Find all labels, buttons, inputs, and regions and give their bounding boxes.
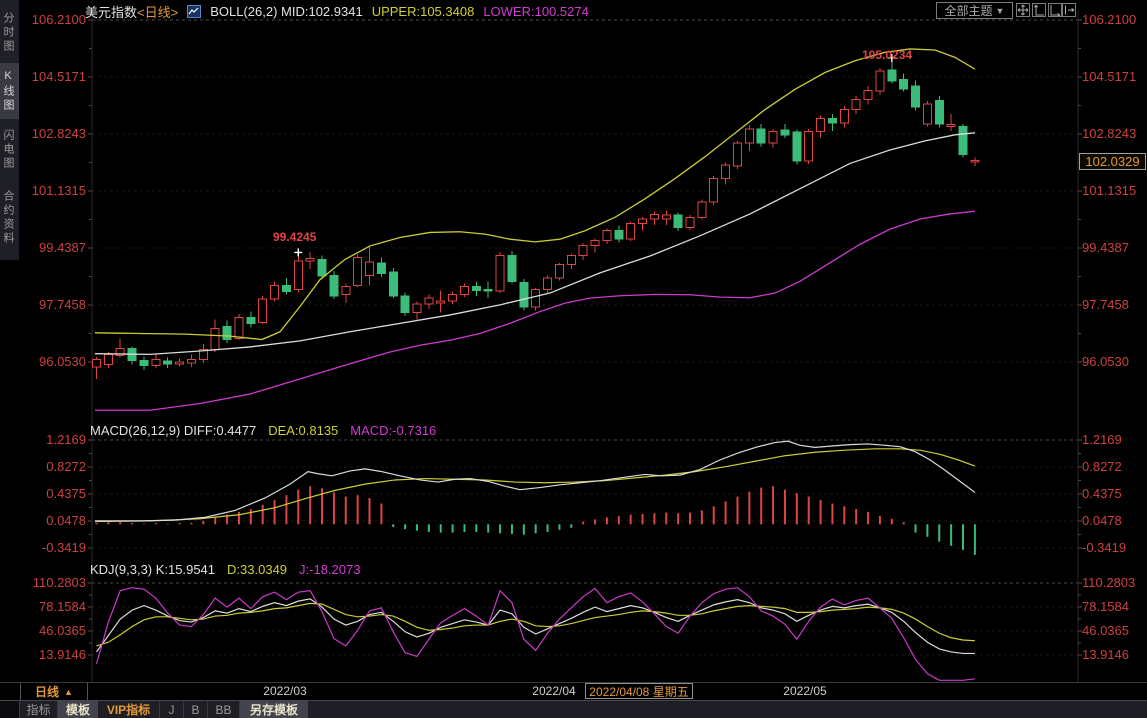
macd-panel-header: MACD(26,12,9) DIFF:0.4477 DEA:0.8135 MAC… <box>90 423 436 438</box>
symbol-period: <日线> <box>137 5 178 20</box>
kdj-d-value: D:33.0349 <box>227 562 287 577</box>
kdj-panel-header: KDJ(9,3,3) K:15.9541 D:33.0349 J:-18.207… <box>90 562 360 577</box>
chevron-down-icon: ▼ <box>996 6 1005 16</box>
boll-lower-value: LOWER:100.5274 <box>483 4 589 19</box>
toolbar-corner <box>0 701 20 718</box>
toolbar-item-template[interactable]: 模板 <box>58 701 98 718</box>
peak-price-label: 105.0234 <box>862 48 912 62</box>
toolbar-item-save-template[interactable]: 另存模板 <box>240 701 308 718</box>
last-price-badge: 102.0329 <box>1079 153 1146 170</box>
kdj-j-value: J:-18.2073 <box>299 562 360 577</box>
time-axis: 日线 ▲ 2022/03 2022/04 2022/05 2022/04/08 … <box>0 682 1147 700</box>
trading-app-window: { "header": { "symbol": "美元指数", "period"… <box>0 0 1147 718</box>
boll-upper-value: UPPER:105.3408 <box>372 4 475 19</box>
symbol-title: 美元指数<日线> <box>85 2 178 21</box>
toolbar-item-indicators[interactable]: 指标 <box>20 701 58 718</box>
theme-dropdown[interactable]: 全部主题 ▼ <box>936 2 1013 19</box>
toolbar-item-vip-indicators[interactable]: VIP指标 <box>98 701 160 718</box>
toolbar-item-b[interactable]: B <box>184 701 208 718</box>
boll-indicator-icon[interactable] <box>187 5 201 18</box>
period-label: 日线 <box>35 683 59 700</box>
pan-tool-icon[interactable] <box>1016 3 1030 17</box>
symbol-name: 美元指数 <box>85 5 137 20</box>
candlestick-chart-canvas[interactable] <box>0 0 1147 718</box>
date-label: 2022/03 <box>263 684 306 698</box>
period-selector-button[interactable]: 日线 ▲ <box>20 683 88 700</box>
triangle-up-icon: ▲ <box>64 687 73 697</box>
bottom-toolbar: 指标 模板 VIP指标 J B BB 另存模板 <box>0 700 1147 718</box>
toolbar-item-bb[interactable]: BB <box>208 701 240 718</box>
date-label: 2022/04 <box>532 684 575 698</box>
y-axis-scale-icon[interactable] <box>1032 3 1046 17</box>
swing-high-price-label: 99.4245 <box>273 230 316 244</box>
pop-out-icon[interactable] <box>1062 3 1076 17</box>
kdj-k-value: KDJ(9,3,3) K:15.9541 <box>90 562 215 577</box>
theme-dropdown-label: 全部主题 <box>945 2 993 19</box>
macd-value: MACD:-0.7316 <box>350 423 436 438</box>
boll-mid-value: BOLL(26,2) MID:102.9341 <box>210 4 362 19</box>
toolbar-item-j[interactable]: J <box>160 701 184 718</box>
crosshair-date-box: 2022/04/08 星期五 <box>585 683 693 699</box>
macd-diff-value: MACD(26,12,9) DIFF:0.4477 <box>90 423 256 438</box>
x-axis-scale-icon[interactable] <box>1048 3 1062 17</box>
chart-header: 美元指数<日线> BOLL(26,2) MID:102.9341 UPPER:1… <box>85 3 589 20</box>
macd-dea-value: DEA:0.8135 <box>268 423 338 438</box>
date-label: 2022/05 <box>783 684 826 698</box>
